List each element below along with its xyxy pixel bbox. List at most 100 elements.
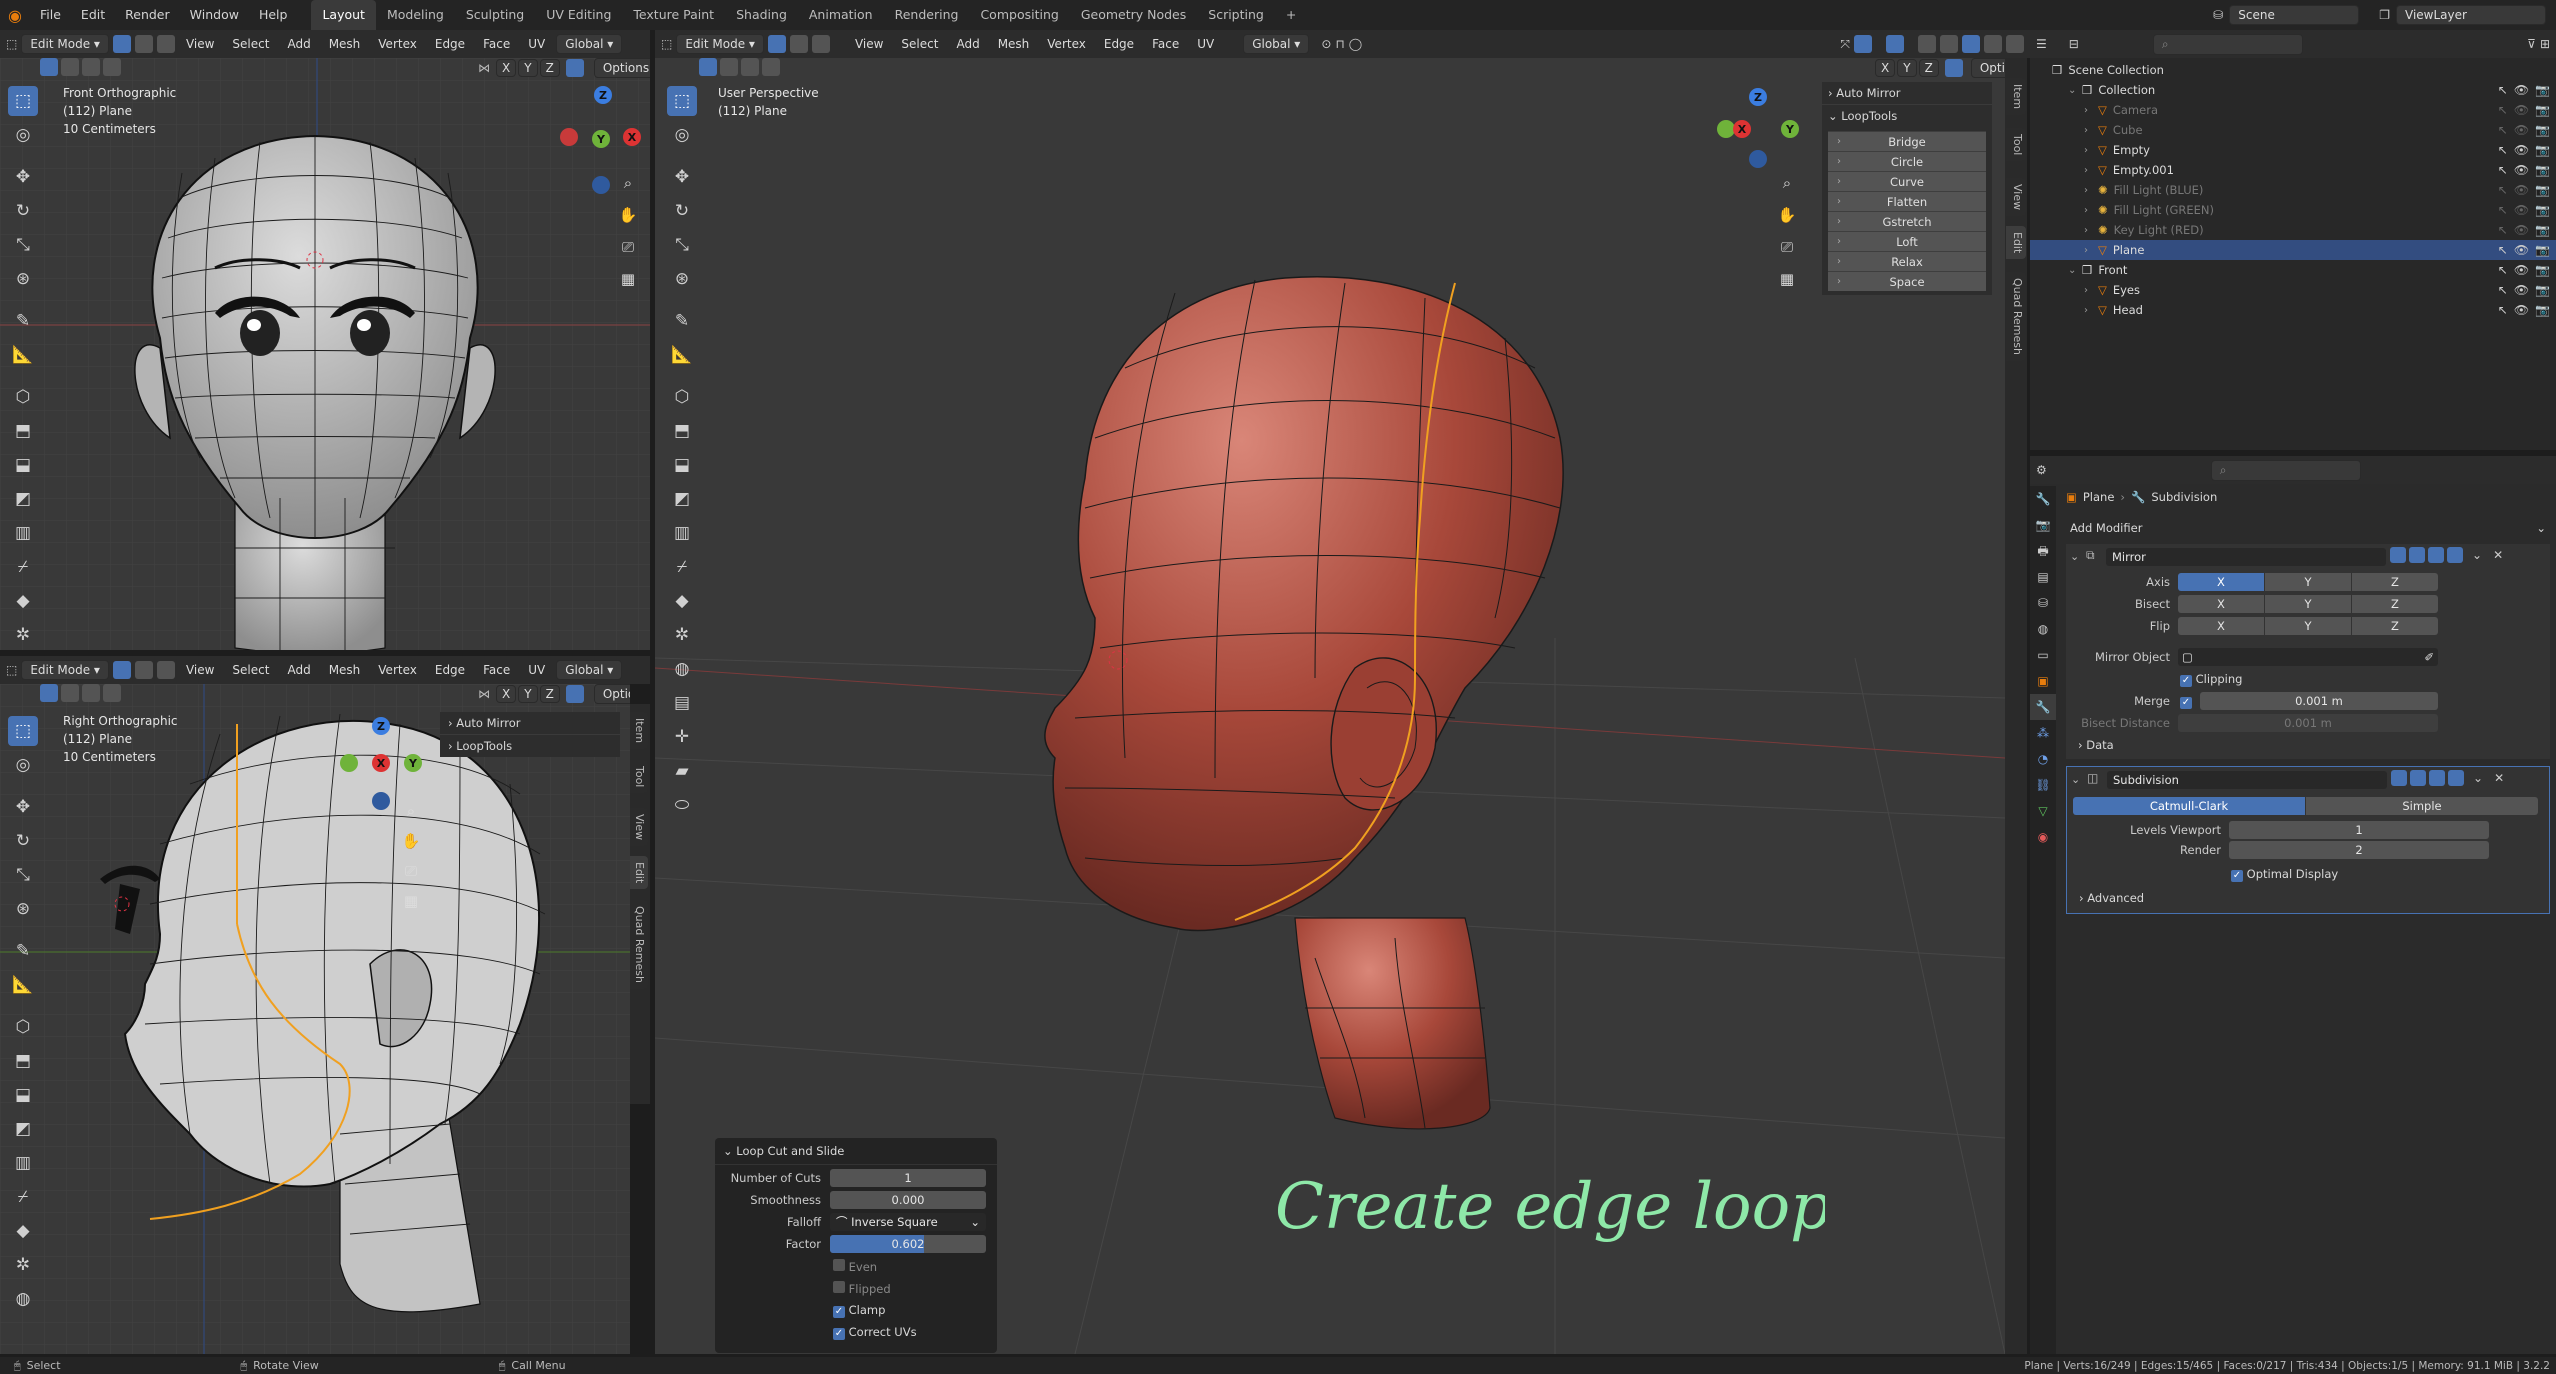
cage-toggle[interactable]	[2410, 770, 2426, 786]
cursor-tool[interactable]: ◎	[8, 750, 38, 780]
menu-help[interactable]: Help	[249, 0, 298, 30]
tab-edit[interactable]: Edit	[630, 856, 648, 890]
falloff-dropdown[interactable]: ⌒ Inverse Square ⌄	[830, 1213, 986, 1231]
gizmo-toggle-icon[interactable]: ⤧	[1840, 37, 1850, 52]
tab-texture-paint[interactable]: Texture Paint	[622, 0, 725, 30]
render-camera-icon[interactable]: 📷	[2535, 123, 2550, 137]
editor-type-icon[interactable]: ⬚	[6, 37, 17, 51]
eye-icon[interactable]: 👁	[2514, 263, 2529, 277]
edit-mode-toggle[interactable]	[2391, 770, 2407, 786]
tab-layout[interactable]: Layout	[311, 0, 376, 30]
pan-hand-icon[interactable]: ✋	[1772, 200, 1802, 230]
correct-uvs-checkbox[interactable]: ✓ Correct UVs	[833, 1325, 917, 1340]
shrink-fatten-tool[interactable]: ✛	[667, 722, 697, 752]
object-tab-icon[interactable]: ▣	[2030, 668, 2056, 694]
expand-chevron-icon[interactable]: ›	[2084, 225, 2098, 236]
add-menu[interactable]: Add	[280, 37, 317, 51]
loop-cut-tool[interactable]: ▥	[8, 1148, 38, 1178]
render-camera-icon[interactable]: 📷	[2535, 83, 2550, 97]
gizmo-x-axis[interactable]: X	[1733, 120, 1751, 138]
expand-chevron-icon[interactable]: ›	[2084, 285, 2098, 296]
mesh-menu[interactable]: Mesh	[322, 663, 368, 677]
smooth-tool[interactable]: ◍	[8, 1284, 38, 1314]
viewlayer-selector[interactable]: ViewLayer	[2396, 5, 2546, 25]
show-gizmo-button[interactable]	[1854, 35, 1872, 53]
camera-view-icon[interactable]: ⎚	[613, 232, 643, 262]
select-new-button[interactable]	[40, 684, 58, 702]
eye-icon[interactable]: 👁	[2514, 103, 2529, 117]
gizmo-z-axis[interactable]: Z	[594, 86, 612, 104]
eye-icon[interactable]: 👁	[2514, 83, 2529, 97]
dropdown-chevron-icon[interactable]: ⌄	[2472, 548, 2482, 562]
add-cube-tool[interactable]: ⬡	[8, 382, 38, 412]
selectable-icon[interactable]: ↖	[2498, 263, 2508, 277]
select-subtract-button[interactable]	[82, 684, 100, 702]
poly-build-tool[interactable]: ◆	[8, 1216, 38, 1246]
viewport-toggle[interactable]	[2429, 770, 2445, 786]
render-camera-icon[interactable]: 📷	[2535, 163, 2550, 177]
select-box-tool[interactable]: ⬚	[8, 716, 38, 746]
axis-x-toggle[interactable]: X	[2178, 573, 2264, 591]
advanced-subpanel[interactable]: › Advanced	[2079, 891, 2144, 905]
mirror-y-button[interactable]: Y	[518, 59, 538, 77]
outliner-item-eyes[interactable]: › ▽ Eyes ↖ 👁 📷	[2030, 280, 2556, 300]
tab-scripting[interactable]: Scripting	[1197, 0, 1275, 30]
menu-edit[interactable]: Edit	[71, 0, 115, 30]
vertex-select-button[interactable]	[112, 35, 131, 53]
xray-button[interactable]	[1918, 35, 1936, 53]
render-camera-icon[interactable]: 📷	[2535, 243, 2550, 257]
show-overlay-button[interactable]	[1886, 35, 1904, 53]
add-cube-tool[interactable]: ⬡	[8, 1012, 38, 1042]
add-menu[interactable]: Add	[949, 37, 986, 51]
mode-dropdown[interactable]: Edit Mode ▾	[21, 34, 109, 54]
gizmo-y-axis[interactable]: Y	[1781, 120, 1799, 138]
outliner-item-fill-light-blue[interactable]: › ✺ Fill Light (BLUE) ↖ 👁 📷	[2030, 180, 2556, 200]
face-menu[interactable]: Face	[476, 37, 517, 51]
viewport-toggle[interactable]	[2428, 547, 2444, 563]
output-tab-icon[interactable]: 🖶	[2030, 538, 2056, 564]
eye-icon[interactable]: 👁	[2514, 223, 2529, 237]
eye-icon[interactable]: 👁	[2514, 283, 2529, 297]
transform-tool[interactable]: ⊛	[8, 894, 38, 924]
select-invert-button[interactable]	[103, 684, 121, 702]
inset-tool[interactable]: ⬓	[8, 450, 38, 480]
face-select-button[interactable]	[156, 661, 175, 679]
looptools-bridge-button[interactable]: › Bridge	[1828, 131, 1986, 151]
collection-tab-icon[interactable]: ▭	[2030, 642, 2056, 668]
blender-logo-icon[interactable]: ◉	[0, 6, 30, 25]
close-icon[interactable]: ✕	[2493, 548, 2503, 562]
new-collection-icon[interactable]: ⊞	[2540, 37, 2550, 51]
render-camera-icon[interactable]: 📷	[2535, 143, 2550, 157]
mirror-z-button[interactable]: Z	[539, 59, 560, 77]
loop-cut-tool[interactable]: ▥	[667, 518, 697, 548]
bisect-distance-field[interactable]: 0.001 m	[2178, 714, 2438, 732]
select-menu[interactable]: Select	[225, 663, 276, 677]
expand-chevron-icon[interactable]: ›	[2084, 105, 2098, 116]
extrude-tool[interactable]: ⬒	[8, 416, 38, 446]
right-ortho-viewport[interactable]: ⋈ X Y Z Options ▾ Right Orthographic (11…	[0, 684, 630, 1354]
collapse-chevron-icon[interactable]: ⌄	[2070, 550, 2079, 563]
tab-tool[interactable]: Tool	[630, 760, 648, 794]
select-menu[interactable]: Select	[225, 37, 276, 51]
camera-view-icon[interactable]: ⎚	[396, 856, 426, 886]
world-tab-icon[interactable]: ◍	[2030, 616, 2056, 642]
looptools-header[interactable]: ⌄ LoopTools	[1822, 104, 1992, 127]
mirror-x-button[interactable]: X	[496, 59, 517, 77]
flip-x-toggle[interactable]: X	[2178, 617, 2264, 635]
select-invert-button[interactable]	[762, 58, 780, 76]
particles-tab-icon[interactable]: ⁂	[2030, 720, 2056, 746]
eye-icon[interactable]: 👁	[2514, 203, 2529, 217]
annotate-tool[interactable]: ✎	[667, 306, 697, 336]
catmull-clark-button[interactable]: Catmull-Clark	[2073, 797, 2305, 815]
selectable-icon[interactable]: ↖	[2498, 223, 2508, 237]
inset-tool[interactable]: ⬓	[667, 450, 697, 480]
scale-tool[interactable]: ⤡	[8, 860, 38, 890]
inset-tool[interactable]: ⬓	[8, 1080, 38, 1110]
gizmo-z-axis[interactable]: Z	[1749, 88, 1767, 106]
expand-chevron-icon[interactable]: ›	[2084, 205, 2098, 216]
eye-icon[interactable]: 👁	[2514, 243, 2529, 257]
select-extend-button[interactable]	[720, 58, 738, 76]
add-menu[interactable]: Add	[280, 663, 317, 677]
extrude-tool[interactable]: ⬒	[667, 416, 697, 446]
front-ortho-viewport[interactable]: ⋈ X Y Z Options ▾ Front Orthographic (11…	[0, 58, 650, 650]
